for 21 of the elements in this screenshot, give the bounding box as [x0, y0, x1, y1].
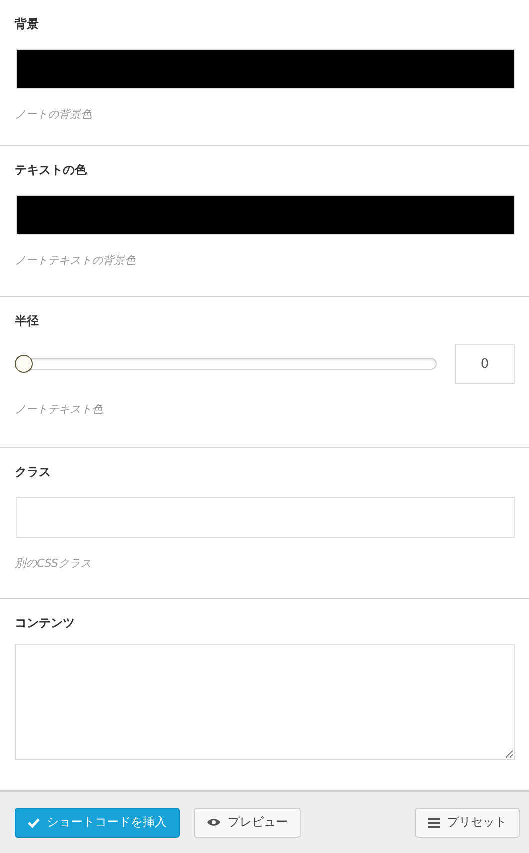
- field-label: 半径: [15, 313, 40, 330]
- input-field[interactable]: [16, 497, 515, 538]
- color-swatch[interactable]: [16, 49, 515, 89]
- field-label: クラス: [15, 464, 52, 481]
- number-field[interactable]: 0: [455, 344, 515, 384]
- field-label: テキストの色: [15, 162, 88, 179]
- check-icon: [28, 818, 40, 828]
- help-text: 別のCSSクラス: [15, 556, 92, 571]
- color-swatch[interactable]: [16, 195, 515, 235]
- help-text: ノートテキストの背景色: [15, 253, 137, 268]
- preview-button[interactable]: プレビュー: [194, 808, 301, 838]
- help-text: ノートテキスト色: [15, 402, 104, 417]
- slider-thumb[interactable]: [15, 355, 33, 373]
- help-text: ノートの背景色: [15, 107, 93, 122]
- field-label: 背景: [15, 16, 40, 33]
- slider[interactable]: [15, 355, 437, 373]
- eye-icon: [207, 818, 221, 827]
- textarea-field[interactable]: [15, 644, 515, 760]
- menu-icon: [428, 818, 440, 828]
- field-label: コンテンツ: [15, 615, 76, 632]
- presets-button[interactable]: プリセット: [415, 808, 520, 838]
